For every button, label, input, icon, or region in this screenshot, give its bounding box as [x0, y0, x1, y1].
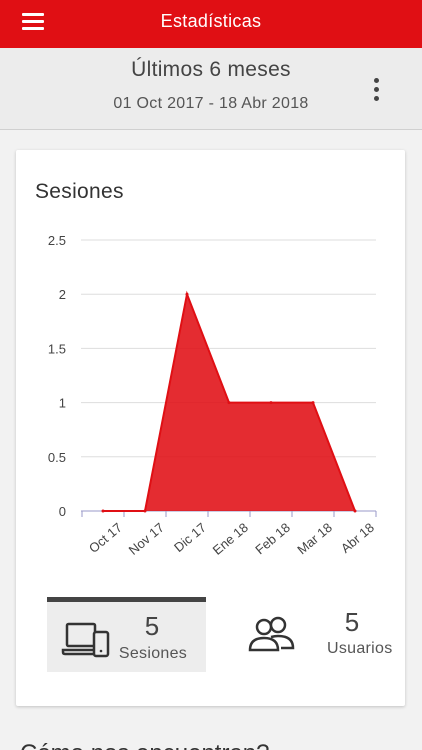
sessions-label: Sesiones [118, 645, 188, 662]
sessions-stat-tab[interactable]: 5 Sesiones [47, 597, 206, 672]
users-value: 5 [344, 607, 360, 637]
data-point [269, 401, 273, 405]
app-title: Estadísticas [160, 11, 262, 31]
range-title: Últimos 6 meses [131, 58, 291, 81]
stats-tabs: 5 Sesiones 5 Usuarios [47, 597, 393, 672]
x-tick-label: Mar 18 [294, 520, 335, 558]
sessions-card: Sesiones 0 0.5 1 1.5 2 2.5 Oct 17 Nov 17 Dic 17 E… [16, 150, 405, 706]
app-bar: Estadísticas [0, 0, 422, 48]
y-tick-label: 2 [59, 287, 66, 302]
y-tick-label: 0.5 [48, 450, 66, 465]
x-tick-label: Nov 17 [126, 520, 167, 558]
x-tick-label: Feb 18 [252, 520, 293, 558]
y-tick-label: 0 [59, 504, 66, 519]
date-range-header: Últimos 6 meses 01 Oct 2017 - 18 Abr 201… [0, 48, 422, 130]
users-stat-tab[interactable]: 5 Usuarios [217, 597, 393, 672]
devices-icon [61, 622, 110, 658]
sessions-value: 5 [144, 611, 160, 641]
y-tick-label: 1 [59, 396, 66, 411]
y-tick-label: 1.5 [48, 341, 66, 356]
x-tick-label: Dic 17 [171, 520, 209, 555]
sessions-chart: 0 0.5 1 1.5 2 2.5 Oct 17 Nov 17 Dic 17 Ene 18 Feb … [48, 233, 377, 558]
data-point [185, 292, 189, 296]
y-tick-label: 2.5 [48, 233, 66, 248]
data-point [101, 509, 105, 513]
data-point [227, 401, 231, 405]
next-section-title: Cómo nos encuentran? [20, 740, 270, 750]
data-point [143, 509, 147, 513]
users-label: Usuarios [327, 640, 393, 657]
data-point [311, 401, 315, 405]
x-tick-label: Ene 18 [210, 520, 251, 558]
x-tick-label: Oct 17 [86, 520, 125, 556]
x-tick-label: Abr 18 [338, 520, 377, 556]
data-point [353, 509, 357, 513]
more-vertical-icon[interactable] [366, 78, 386, 108]
users-icon [248, 616, 295, 652]
range-dates: 01 Oct 2017 - 18 Abr 2018 [113, 95, 309, 112]
